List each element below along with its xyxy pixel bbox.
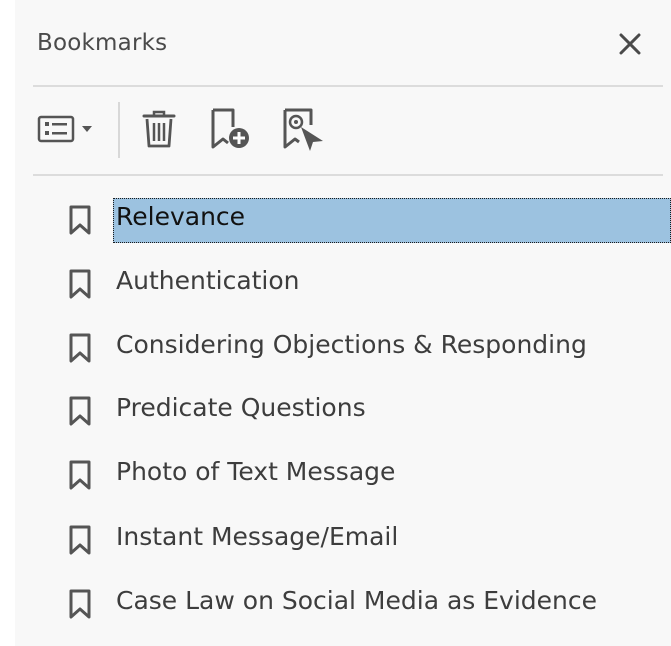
bookmark-icon (69, 396, 91, 426)
bookmark-icon (69, 205, 91, 235)
bookmark-item-considering-objections[interactable]: Considering Objections & Responding (0, 319, 671, 379)
bookmark-icon (69, 333, 91, 363)
panel-title: Bookmarks (37, 30, 168, 56)
header-divider (33, 85, 663, 87)
bookmark-item-case-law-social-media[interactable]: Case Law on Social Media as Evidence (0, 575, 671, 635)
find-current-bookmark-button[interactable] (277, 105, 325, 153)
panel-header: Bookmarks (37, 14, 667, 74)
bookmark-label: Relevance (116, 202, 246, 231)
toolbar-separator (118, 102, 120, 158)
bookmark-icon (69, 525, 91, 555)
bookmark-label: Photo of Text Message (116, 457, 396, 486)
bookmarks-toolbar (33, 90, 663, 170)
bookmark-icon (69, 269, 91, 299)
options-menu-button[interactable] (35, 109, 105, 149)
new-bookmark-icon (211, 108, 249, 149)
bookmark-label: Considering Objections & Responding (116, 330, 587, 359)
bookmark-icon (69, 589, 91, 619)
bookmark-label: Predicate Questions (116, 393, 366, 422)
trash-icon (142, 110, 176, 148)
bookmark-item-relevance[interactable]: Relevance (0, 191, 671, 251)
bookmark-label: Instant Message/Email (116, 522, 399, 551)
close-icon (619, 33, 641, 55)
bookmark-label: Case Law on Social Media as Evidence (116, 586, 598, 615)
close-button[interactable] (614, 28, 646, 60)
delete-bookmark-button[interactable] (136, 106, 182, 152)
bookmark-icon (69, 460, 91, 490)
bookmark-item-authentication[interactable]: Authentication (0, 255, 671, 315)
toolbar-divider (33, 174, 663, 176)
bookmark-item-photo-of-text-message[interactable]: Photo of Text Message (0, 446, 671, 506)
find-current-bookmark-icon (283, 108, 323, 151)
options-menu-icon (37, 115, 92, 143)
new-bookmark-button[interactable] (205, 105, 253, 153)
bookmark-item-instant-message-email[interactable]: Instant Message/Email (0, 511, 671, 571)
bookmark-item-predicate-questions[interactable]: Predicate Questions (0, 382, 671, 442)
bookmark-label: Authentication (116, 266, 300, 295)
